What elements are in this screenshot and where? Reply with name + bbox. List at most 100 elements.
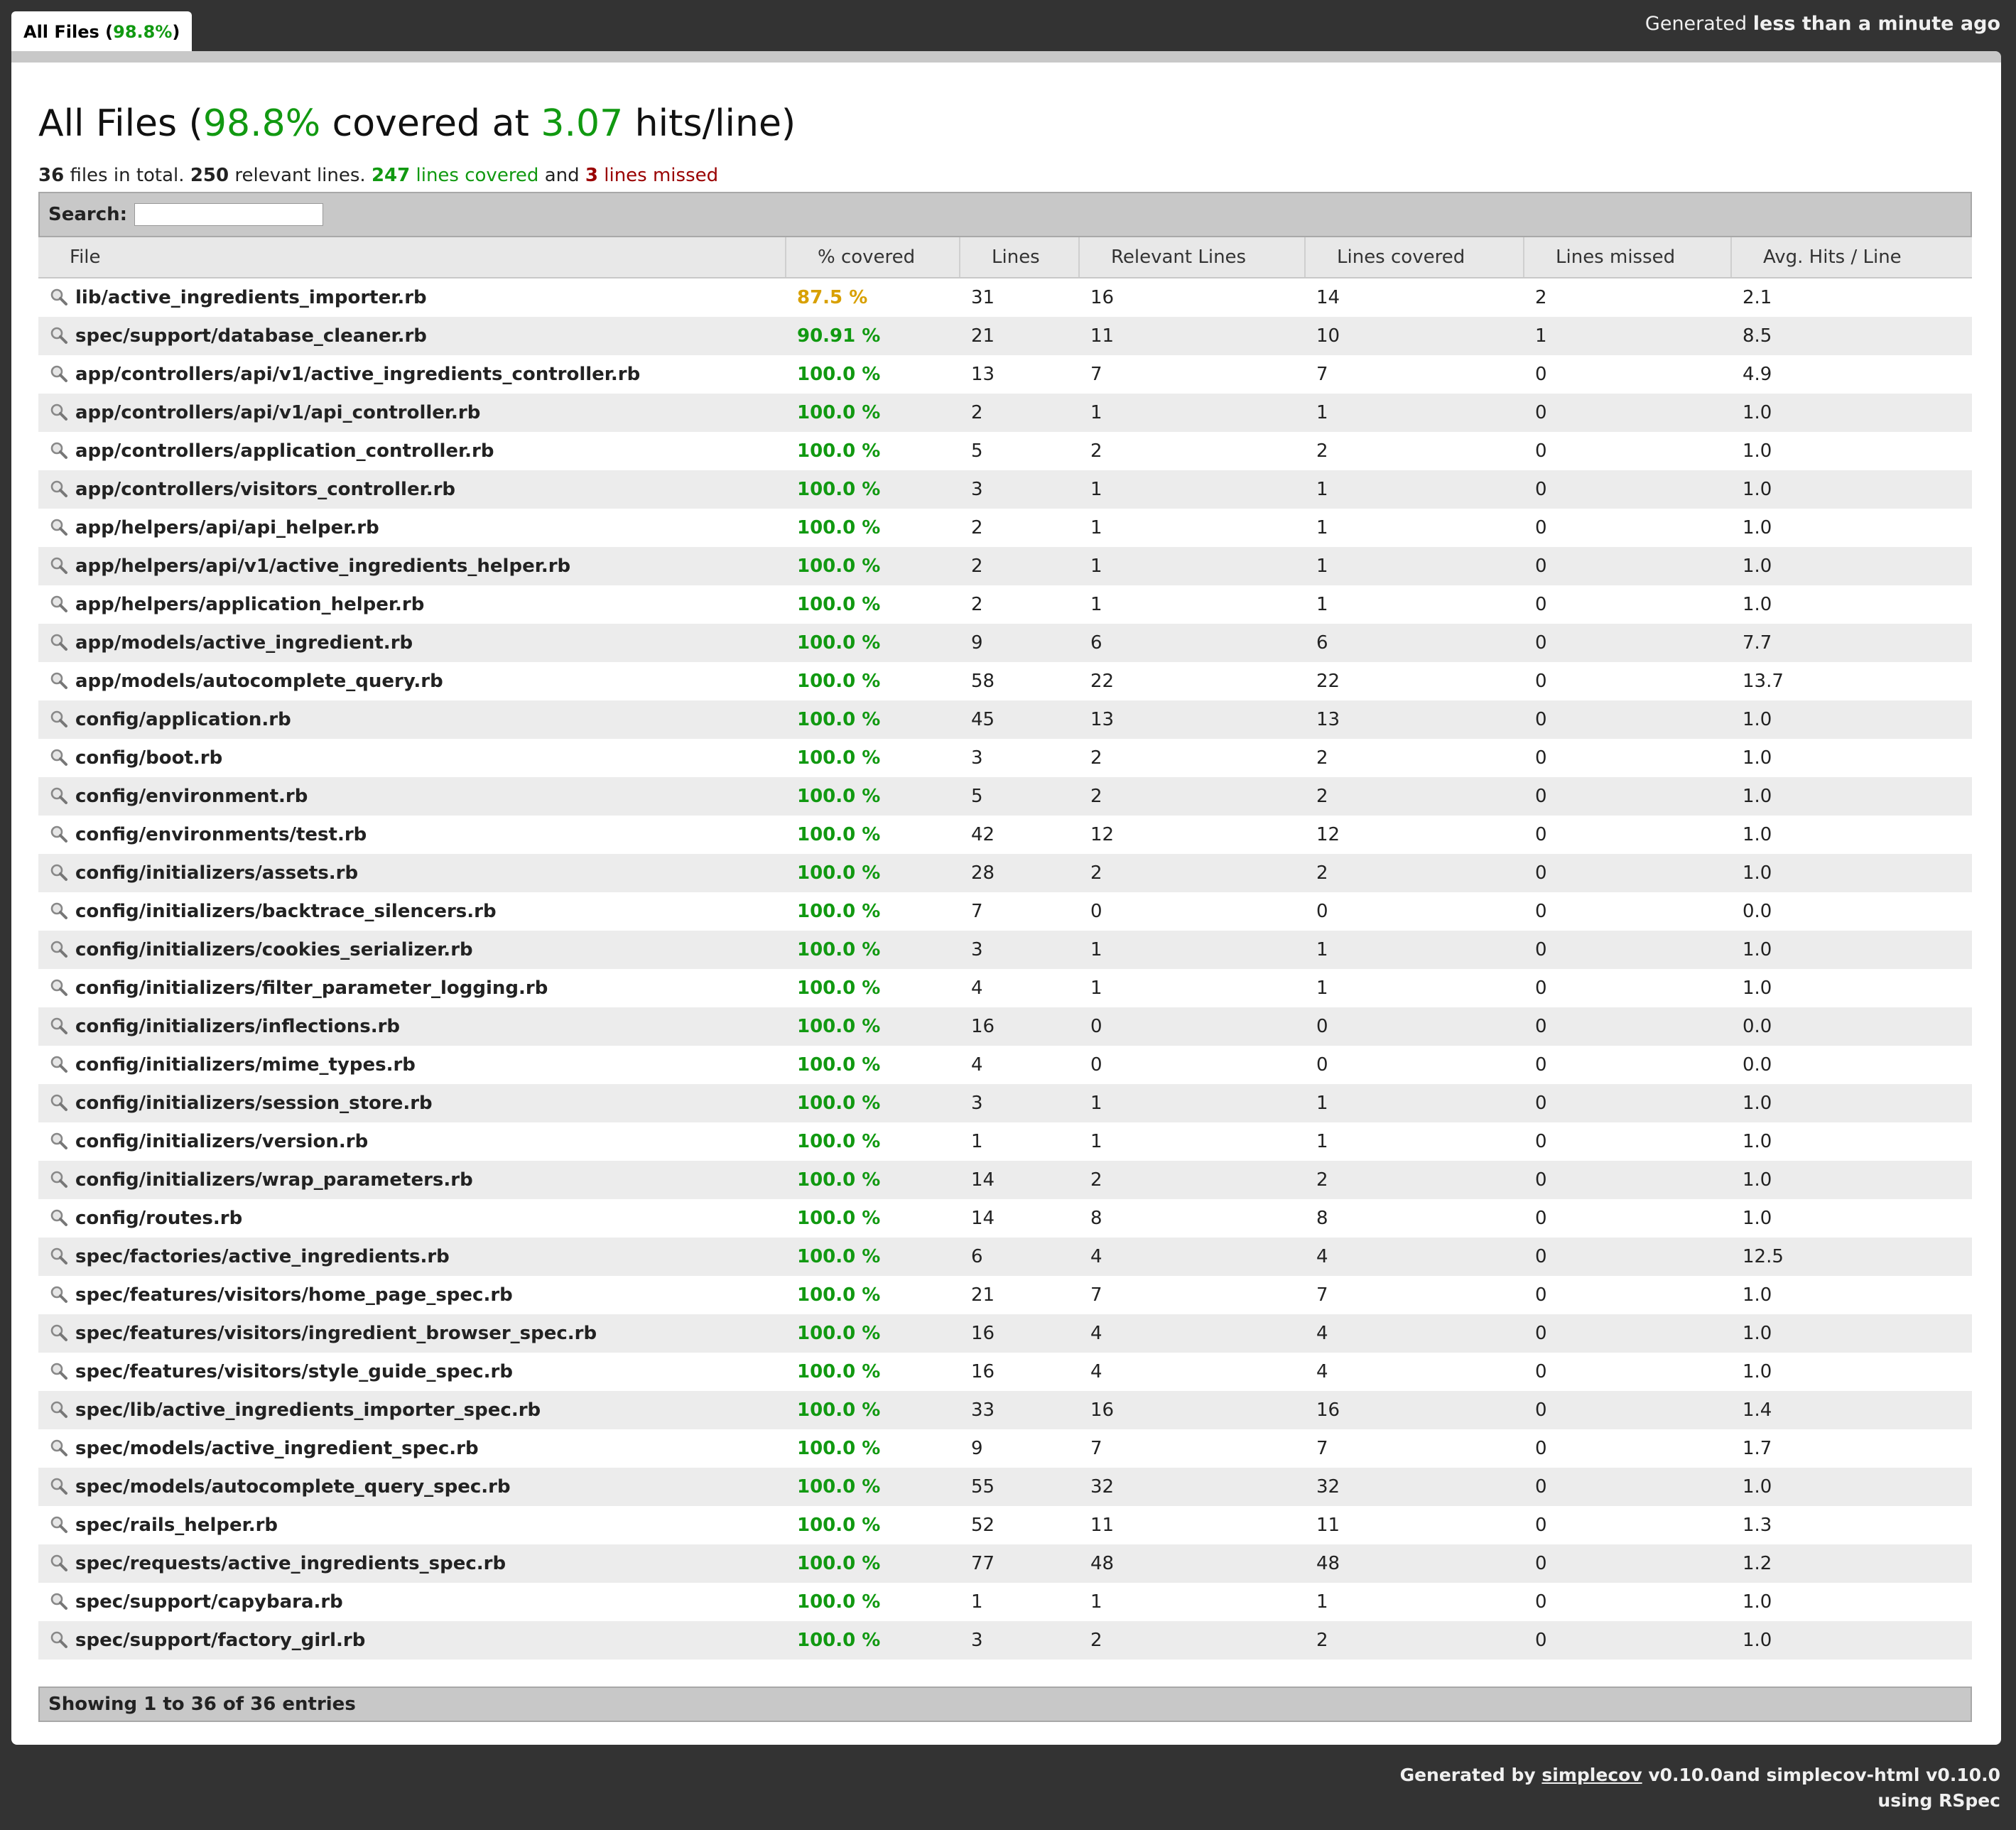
magnifier-icon[interactable] — [50, 1400, 68, 1419]
magnifier-icon[interactable] — [50, 1285, 68, 1304]
file-cell[interactable]: app/helpers/application_helper.rb — [38, 585, 786, 624]
file-name[interactable]: app/helpers/api/v1/active_ingredients_he… — [75, 556, 570, 577]
magnifier-icon[interactable] — [50, 863, 68, 882]
file-name[interactable]: spec/factories/active_ingredients.rb — [75, 1246, 450, 1267]
file-name[interactable]: app/helpers/application_helper.rb — [75, 594, 424, 615]
file-name[interactable]: spec/requests/active_ingredients_spec.rb — [75, 1553, 506, 1574]
file-name[interactable]: config/boot.rb — [75, 747, 222, 769]
file-name[interactable]: config/initializers/cookies_serializer.r… — [75, 939, 473, 960]
file-cell[interactable]: app/models/active_ingredient.rb — [38, 624, 786, 662]
column-header-lines-covered[interactable]: Lines covered — [1305, 237, 1524, 278]
magnifier-icon[interactable] — [50, 786, 68, 805]
file-cell[interactable]: spec/support/capybara.rb — [38, 1583, 786, 1621]
file-name[interactable]: app/models/active_ingredient.rb — [75, 632, 413, 654]
magnifier-icon[interactable] — [50, 748, 68, 767]
file-cell[interactable]: config/initializers/filter_parameter_log… — [38, 969, 786, 1007]
file-name[interactable]: app/controllers/application_controller.r… — [75, 440, 494, 462]
magnifier-icon[interactable] — [50, 1554, 68, 1572]
search-input[interactable] — [134, 203, 324, 226]
file-name[interactable]: spec/features/visitors/home_page_spec.rb — [75, 1284, 513, 1306]
magnifier-icon[interactable] — [50, 825, 68, 843]
file-name[interactable]: spec/features/visitors/style_guide_spec.… — [75, 1361, 513, 1382]
magnifier-icon[interactable] — [50, 1477, 68, 1495]
column-header-avg-hits[interactable]: Avg. Hits / Line — [1731, 237, 1972, 278]
magnifier-icon[interactable] — [50, 1362, 68, 1380]
file-name[interactable]: spec/rails_helper.rb — [75, 1515, 278, 1536]
magnifier-icon[interactable] — [50, 671, 68, 690]
file-cell[interactable]: lib/active_ingredients_importer.rb — [38, 278, 786, 317]
magnifier-icon[interactable] — [50, 480, 68, 498]
file-cell[interactable]: spec/features/visitors/ingredient_browse… — [38, 1314, 786, 1353]
file-name[interactable]: config/initializers/inflections.rb — [75, 1016, 400, 1037]
file-name[interactable]: config/initializers/wrap_parameters.rb — [75, 1169, 473, 1191]
magnifier-icon[interactable] — [50, 364, 68, 383]
magnifier-icon[interactable] — [50, 1208, 68, 1227]
file-name[interactable]: app/models/autocomplete_query.rb — [75, 671, 443, 692]
file-cell[interactable]: config/routes.rb — [38, 1199, 786, 1238]
file-name[interactable]: config/initializers/mime_types.rb — [75, 1054, 416, 1076]
file-name[interactable]: spec/lib/active_ingredients_importer_spe… — [75, 1399, 541, 1421]
file-cell[interactable]: config/boot.rb — [38, 739, 786, 777]
column-header-file[interactable]: File — [38, 237, 786, 278]
magnifier-icon[interactable] — [50, 556, 68, 575]
file-cell[interactable]: spec/models/active_ingredient_spec.rb — [38, 1429, 786, 1468]
file-cell[interactable]: config/environment.rb — [38, 777, 786, 816]
file-name[interactable]: config/initializers/session_store.rb — [75, 1093, 433, 1114]
file-cell[interactable]: spec/support/factory_girl.rb — [38, 1621, 786, 1660]
file-cell[interactable]: config/initializers/wrap_parameters.rb — [38, 1161, 786, 1199]
file-cell[interactable]: app/helpers/api/v1/active_ingredients_he… — [38, 547, 786, 585]
file-cell[interactable]: config/initializers/cookies_serializer.r… — [38, 931, 786, 969]
file-cell[interactable]: config/initializers/version.rb — [38, 1122, 786, 1161]
file-name[interactable]: spec/support/factory_girl.rb — [75, 1630, 365, 1651]
file-name[interactable]: spec/support/database_cleaner.rb — [75, 325, 427, 347]
file-name[interactable]: spec/models/active_ingredient_spec.rb — [75, 1438, 479, 1459]
file-name[interactable]: spec/support/capybara.rb — [75, 1591, 343, 1613]
file-name[interactable]: app/controllers/api/v1/api_controller.rb — [75, 402, 480, 423]
file-name[interactable]: spec/features/visitors/ingredient_browse… — [75, 1323, 597, 1344]
file-name[interactable]: config/initializers/backtrace_silencers.… — [75, 901, 497, 922]
file-cell[interactable]: spec/support/database_cleaner.rb — [38, 317, 786, 355]
magnifier-icon[interactable] — [50, 1630, 68, 1649]
magnifier-icon[interactable] — [50, 326, 68, 345]
magnifier-icon[interactable] — [50, 518, 68, 536]
magnifier-icon[interactable] — [50, 441, 68, 460]
file-name[interactable]: lib/active_ingredients_importer.rb — [75, 287, 427, 308]
file-cell[interactable]: config/initializers/backtrace_silencers.… — [38, 892, 786, 931]
magnifier-icon[interactable] — [50, 902, 68, 920]
file-cell[interactable]: config/environments/test.rb — [38, 816, 786, 854]
file-cell[interactable]: spec/rails_helper.rb — [38, 1506, 786, 1544]
file-name[interactable]: config/environments/test.rb — [75, 824, 367, 845]
magnifier-icon[interactable] — [50, 595, 68, 613]
file-cell[interactable]: app/controllers/api/v1/api_controller.rb — [38, 394, 786, 432]
file-cell[interactable]: spec/models/autocomplete_query_spec.rb — [38, 1468, 786, 1506]
file-name[interactable]: config/application.rb — [75, 709, 291, 730]
file-cell[interactable]: app/controllers/visitors_controller.rb — [38, 470, 786, 509]
column-header-lines[interactable]: Lines — [960, 237, 1080, 278]
magnifier-icon[interactable] — [50, 1093, 68, 1112]
magnifier-icon[interactable] — [50, 1323, 68, 1342]
file-cell[interactable]: app/models/autocomplete_query.rb — [38, 662, 786, 700]
file-name[interactable]: config/initializers/filter_parameter_log… — [75, 978, 548, 999]
file-name[interactable]: app/controllers/visitors_controller.rb — [75, 479, 455, 500]
file-cell[interactable]: spec/factories/active_ingredients.rb — [38, 1238, 786, 1276]
column-header-relevant-lines[interactable]: Relevant Lines — [1079, 237, 1306, 278]
file-name[interactable]: config/environment.rb — [75, 786, 308, 807]
magnifier-icon[interactable] — [50, 710, 68, 728]
magnifier-icon[interactable] — [50, 1247, 68, 1265]
column-header-covered[interactable]: % covered — [786, 237, 960, 278]
file-cell[interactable]: spec/features/visitors/style_guide_spec.… — [38, 1353, 786, 1391]
simplecov-link[interactable]: simplecov — [1541, 1765, 1642, 1785]
magnifier-icon[interactable] — [50, 1515, 68, 1534]
magnifier-icon[interactable] — [50, 1170, 68, 1189]
magnifier-icon[interactable] — [50, 633, 68, 651]
magnifier-icon[interactable] — [50, 1055, 68, 1073]
magnifier-icon[interactable] — [50, 403, 68, 421]
file-name[interactable]: config/initializers/assets.rb — [75, 862, 358, 884]
file-cell[interactable]: app/controllers/application_controller.r… — [38, 432, 786, 470]
file-name[interactable]: config/routes.rb — [75, 1208, 242, 1229]
file-cell[interactable]: spec/features/visitors/home_page_spec.rb — [38, 1276, 786, 1314]
file-cell[interactable]: config/application.rb — [38, 700, 786, 739]
magnifier-icon[interactable] — [50, 978, 68, 997]
file-cell[interactable]: app/controllers/api/v1/active_ingredient… — [38, 355, 786, 394]
file-name[interactable]: spec/models/autocomplete_query_spec.rb — [75, 1476, 511, 1498]
